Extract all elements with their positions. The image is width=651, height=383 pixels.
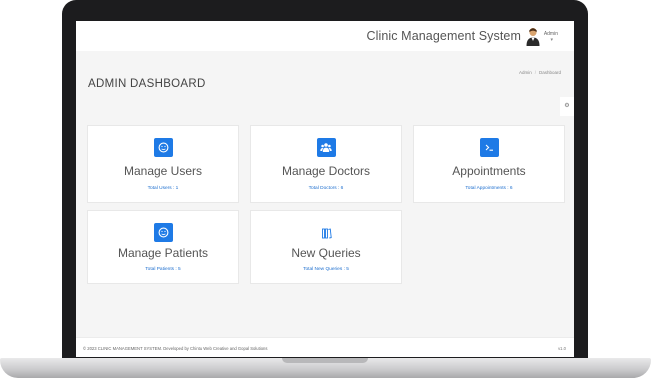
card-count-link[interactable]: Total New Queries : 5 xyxy=(251,267,401,272)
app-title: Clinic Management System xyxy=(366,29,521,43)
chevron-down-icon[interactable]: ▾ xyxy=(550,37,553,43)
card-title: Appointments xyxy=(452,164,526,178)
books-icon xyxy=(317,223,336,242)
card-manage-users[interactable]: Manage Users Total Users : 1 xyxy=(87,125,239,203)
terminal-icon xyxy=(479,138,499,157)
card-count-link[interactable]: Total Appointments : 6 xyxy=(414,186,564,191)
app-screen: Clinic Management System Admin ▾ ADMIN D… xyxy=(76,21,574,357)
card-count-link[interactable]: Total Doctors : 6 xyxy=(251,186,401,191)
card-title: Manage Users xyxy=(123,164,203,178)
card-manage-patients[interactable]: Manage Patients Total Patients : 5 xyxy=(87,210,239,284)
settings-gear-icon[interactable]: ⚙ xyxy=(560,97,574,116)
footer-version: v1.0 xyxy=(558,346,566,351)
footer-copyright: © 2023 CLINIC MANAGEMENT SYSTEM. Develop… xyxy=(83,346,268,351)
breadcrumb: Admin / Dashboard xyxy=(519,70,561,75)
page-footer: © 2023 CLINIC MANAGEMENT SYSTEM. Develop… xyxy=(76,337,574,357)
card-new-queries[interactable]: New Queries Total New Queries : 5 xyxy=(250,210,402,284)
card-title: New Queries xyxy=(291,246,361,260)
card-title: Manage Doctors xyxy=(281,164,371,178)
card-count-link[interactable]: Total Users : 1 xyxy=(88,186,238,191)
breadcrumb-item-dashboard: Dashboard xyxy=(538,70,561,75)
laptop-notch xyxy=(282,358,368,363)
card-manage-doctors[interactable]: Manage Doctors Total Doctors : 6 xyxy=(250,125,402,203)
breadcrumb-separator: / xyxy=(534,70,536,75)
card-appointments[interactable]: Appointments Total Appointments : 6 xyxy=(413,125,565,203)
user-avatar-icon[interactable] xyxy=(525,27,541,46)
page-title: ADMIN DASHBOARD xyxy=(88,78,206,90)
smiley-icon xyxy=(153,138,173,157)
users-group-icon xyxy=(316,138,336,157)
top-navbar: Clinic Management System Admin ▾ xyxy=(76,21,574,51)
breadcrumb-item-admin[interactable]: Admin xyxy=(519,70,532,75)
card-title: Manage Patients xyxy=(117,246,209,260)
card-count-link[interactable]: Total Patients : 5 xyxy=(88,267,238,272)
smiley-icon xyxy=(153,223,173,242)
